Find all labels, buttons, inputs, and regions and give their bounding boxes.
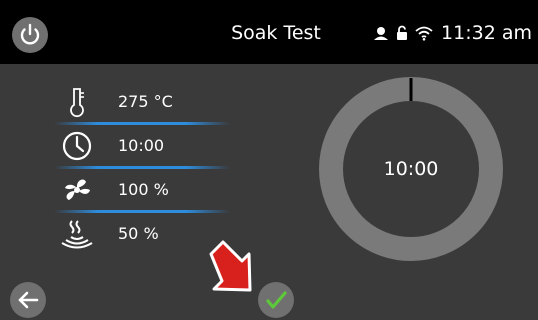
param-temperature[interactable]: 275 °C — [52, 82, 232, 122]
power-button[interactable] — [12, 17, 48, 53]
timer-display: 10:00 — [383, 158, 439, 180]
divider — [54, 122, 230, 125]
divider — [54, 166, 230, 169]
confirm-button[interactable] — [258, 282, 294, 318]
param-steam[interactable]: 50 % — [52, 214, 232, 254]
wifi-icon — [415, 26, 433, 41]
header-bar: Soak Test 11:32 am — [0, 0, 538, 64]
thermometer-icon — [70, 88, 84, 118]
red-arrow-pointer-icon — [209, 240, 252, 292]
fan-icon — [65, 179, 90, 200]
steam-value: 50 % — [118, 224, 159, 243]
fan-value: 100 % — [118, 180, 169, 199]
param-fan[interactable]: 100 % — [52, 170, 232, 210]
page-title: Soak Test — [231, 22, 321, 44]
back-button[interactable] — [10, 282, 46, 318]
temperature-value: 275 °C — [118, 92, 173, 111]
power-icon — [20, 23, 40, 45]
person-icon — [374, 27, 389, 40]
clock-time: 11:32 am — [441, 22, 532, 44]
checkmark-icon — [266, 291, 287, 309]
lock-icon — [397, 25, 408, 40]
steam-icon — [61, 220, 93, 249]
clock-icon — [62, 131, 92, 161]
param-time[interactable]: 10:00 — [52, 126, 232, 166]
status-area: 11:32 am — [373, 18, 532, 48]
timer-ring: 10:00 — [318, 76, 504, 262]
time-value: 10:00 — [118, 136, 165, 155]
arrow-left-icon — [18, 291, 39, 309]
divider — [54, 210, 230, 213]
